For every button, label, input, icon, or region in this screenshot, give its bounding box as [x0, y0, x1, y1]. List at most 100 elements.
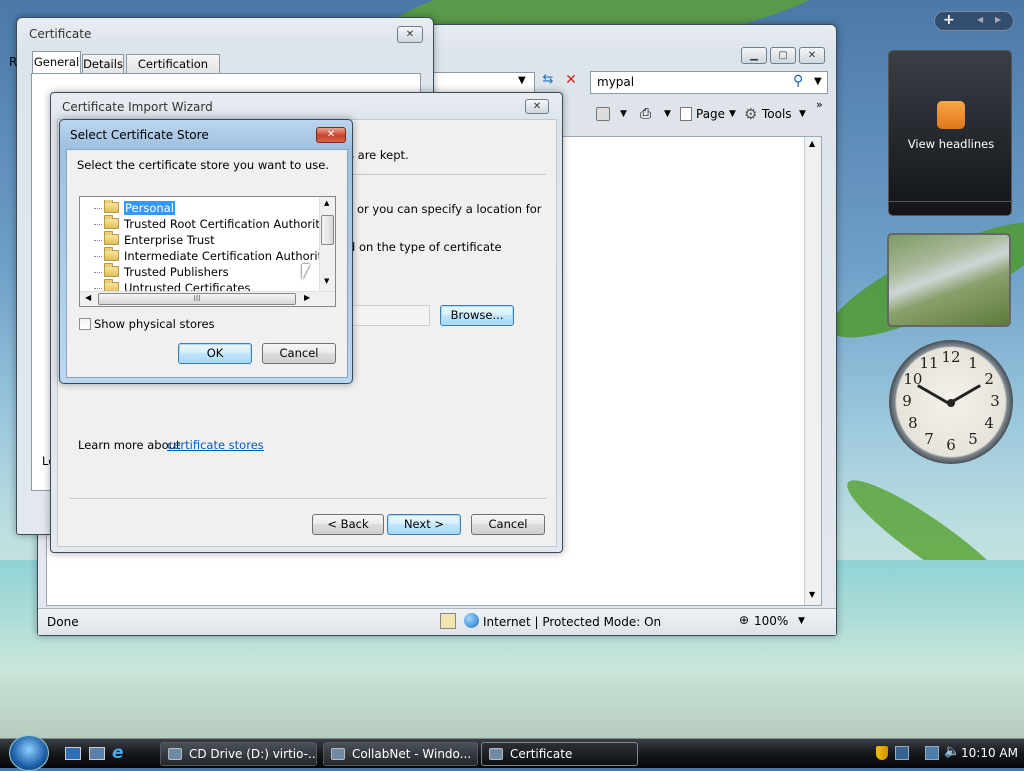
store-tree-item-label: Personal: [123, 200, 176, 216]
close-button[interactable]: ✕: [316, 127, 346, 143]
close-button[interactable]: ✕: [525, 99, 549, 114]
close-button[interactable]: ✕: [397, 26, 423, 43]
store-tree-item[interactable]: Enterprise Trust: [80, 231, 215, 248]
search-input[interactable]: mypal ⚲ ▼: [590, 71, 828, 94]
taskbar-button[interactable]: CD Drive (D:) virtio-...: [160, 742, 317, 766]
refresh-icon[interactable]: ⇆: [538, 72, 558, 94]
maximize-button[interactable]: ▢: [770, 47, 796, 64]
scroll-up-icon[interactable]: ▲: [324, 199, 329, 207]
add-gadget-icon[interactable]: +: [943, 12, 955, 28]
ok-button[interactable]: OK: [178, 343, 252, 364]
clock-numeral: 12: [941, 348, 961, 366]
cancel-button[interactable]: Cancel: [262, 343, 336, 364]
scroll-right-icon[interactable]: ▶: [304, 293, 310, 302]
tools-menu[interactable]: Tools: [762, 107, 792, 121]
search-dropdown-icon[interactable]: ▼: [814, 76, 822, 87]
view-headlines-label[interactable]: View headlines: [889, 137, 1013, 151]
folder-icon: [104, 231, 119, 245]
browse-button[interactable]: Browse...: [440, 305, 514, 326]
wizard-text: s are kept.: [348, 148, 409, 162]
folder-icon: [104, 263, 119, 277]
status-bar: Done Internet | Protected Mode: On ⊕ 100…: [38, 608, 836, 635]
scroll-down-icon[interactable]: ▼: [809, 590, 815, 599]
search-icon[interactable]: ⚲: [793, 73, 803, 89]
store-tree-item[interactable]: Trusted Publishers: [80, 263, 229, 280]
taskbar-button[interactable]: Certificate: [481, 742, 638, 766]
tab-certification-path[interactable]: Certification Path: [126, 54, 220, 89]
show-desktop-icon[interactable]: [65, 747, 81, 760]
tools-dropdown-icon[interactable]: ▼: [799, 109, 806, 119]
wizard-title: Certificate Import Wizard: [62, 100, 213, 114]
zoom-icon[interactable]: ⊕: [739, 613, 749, 627]
cancel-button[interactable]: Cancel: [471, 514, 545, 535]
taskbar-button-label: CollabNet - Windo...: [352, 747, 472, 761]
fragment-text: R: [9, 55, 18, 69]
zone-text: Internet | Protected Mode: On: [483, 615, 662, 629]
feeds-dropdown-icon[interactable]: ▼: [620, 109, 627, 119]
zoom-dropdown-icon[interactable]: ▼: [798, 616, 805, 626]
store-tree-item[interactable]: Personal: [80, 200, 176, 216]
page-menu[interactable]: Page: [696, 107, 725, 121]
slideshow-gadget[interactable]: [887, 233, 1011, 327]
gear-icon[interactable]: ⚙: [744, 105, 757, 123]
network-icon[interactable]: [895, 746, 909, 760]
display-icon[interactable]: [925, 746, 939, 760]
show-physical-label[interactable]: Show physical stores: [94, 317, 215, 331]
clock-numeral: 7: [924, 430, 934, 449]
clock-numeral: 6: [946, 436, 956, 454]
cd-drive-icon: [168, 748, 182, 760]
horizontal-scrollbar[interactable]: ◀ III ▶: [80, 291, 335, 306]
close-button[interactable]: ✕: [799, 47, 825, 64]
wizard-text: d on the type of certificate: [348, 240, 502, 254]
clock-numeral: 5: [968, 430, 978, 449]
back-button[interactable]: < Back: [312, 514, 384, 535]
volume-muted-icon[interactable]: 🔈: [944, 744, 960, 759]
feeds-icon[interactable]: [596, 107, 610, 121]
tab-general[interactable]: General: [32, 51, 81, 74]
scroll-left-icon[interactable]: ◀: [85, 293, 91, 302]
store-tree-item-label: Trusted Publishers: [124, 265, 229, 279]
clock-time[interactable]: 10:10 AM: [961, 746, 1018, 760]
print-icon[interactable]: ⎙: [640, 106, 651, 122]
tab-details[interactable]: Details: [82, 54, 124, 74]
store-path-field[interactable]: [348, 305, 430, 326]
certificate-stores-link[interactable]: certificate stores: [167, 438, 264, 452]
taskbar-button[interactable]: CollabNet - Windo...: [323, 742, 478, 766]
search-value: mypal: [597, 75, 635, 89]
store-tree-item[interactable]: Intermediate Certification Authorities: [80, 247, 320, 264]
store-tree-item[interactable]: Trusted Root Certification Authorities: [80, 215, 320, 232]
shield-icon[interactable]: [876, 746, 888, 760]
minimize-button[interactable]: ▁: [741, 47, 767, 64]
scroll-thumb[interactable]: [321, 215, 334, 245]
tree-connector: [94, 272, 102, 273]
security-icon[interactable]: [440, 613, 456, 629]
ie-icon: [331, 748, 345, 760]
divider: [70, 498, 546, 499]
page-dropdown-icon[interactable]: ▼: [729, 109, 736, 119]
next-button[interactable]: Next >: [387, 514, 461, 535]
stop-icon[interactable]: ✕: [561, 72, 581, 94]
show-physical-checkbox[interactable]: [79, 318, 91, 330]
switch-windows-icon[interactable]: [89, 747, 105, 760]
ie-icon[interactable]: e: [112, 743, 124, 763]
zoom-level[interactable]: 100%: [754, 614, 788, 628]
scroll-down-icon[interactable]: ▼: [324, 277, 329, 285]
scroll-up-icon[interactable]: ▲: [809, 139, 815, 148]
globe-icon: [464, 613, 479, 628]
print-dropdown-icon[interactable]: ▼: [664, 109, 671, 119]
chevron-more-icon[interactable]: »: [816, 98, 823, 111]
vertical-scrollbar[interactable]: ▲ ▼: [804, 137, 821, 605]
store-tree-items: Personal Trusted Root Certification Autho…: [80, 200, 320, 292]
vertical-scrollbar[interactable]: ▲ ▼: [319, 197, 335, 291]
page-icon[interactable]: [680, 107, 692, 121]
wizard-text: or you can specify a location for: [357, 202, 542, 216]
next-page-icon[interactable]: ▶: [995, 15, 1001, 24]
prev-page-icon[interactable]: ◀: [977, 15, 983, 24]
start-button[interactable]: [9, 735, 49, 771]
hscroll-thumb[interactable]: III: [98, 293, 296, 305]
feed-headlines-gadget[interactable]: View headlines: [888, 50, 1013, 216]
store-tree[interactable]: Personal Trusted Root Certification Autho…: [79, 196, 336, 307]
store-tree-item-label: Enterprise Trust: [124, 233, 215, 247]
select-store-dialog[interactable]: Select Certificate Store ✕ Select the ce…: [59, 119, 353, 384]
address-dropdown-icon[interactable]: ▼: [518, 75, 526, 86]
